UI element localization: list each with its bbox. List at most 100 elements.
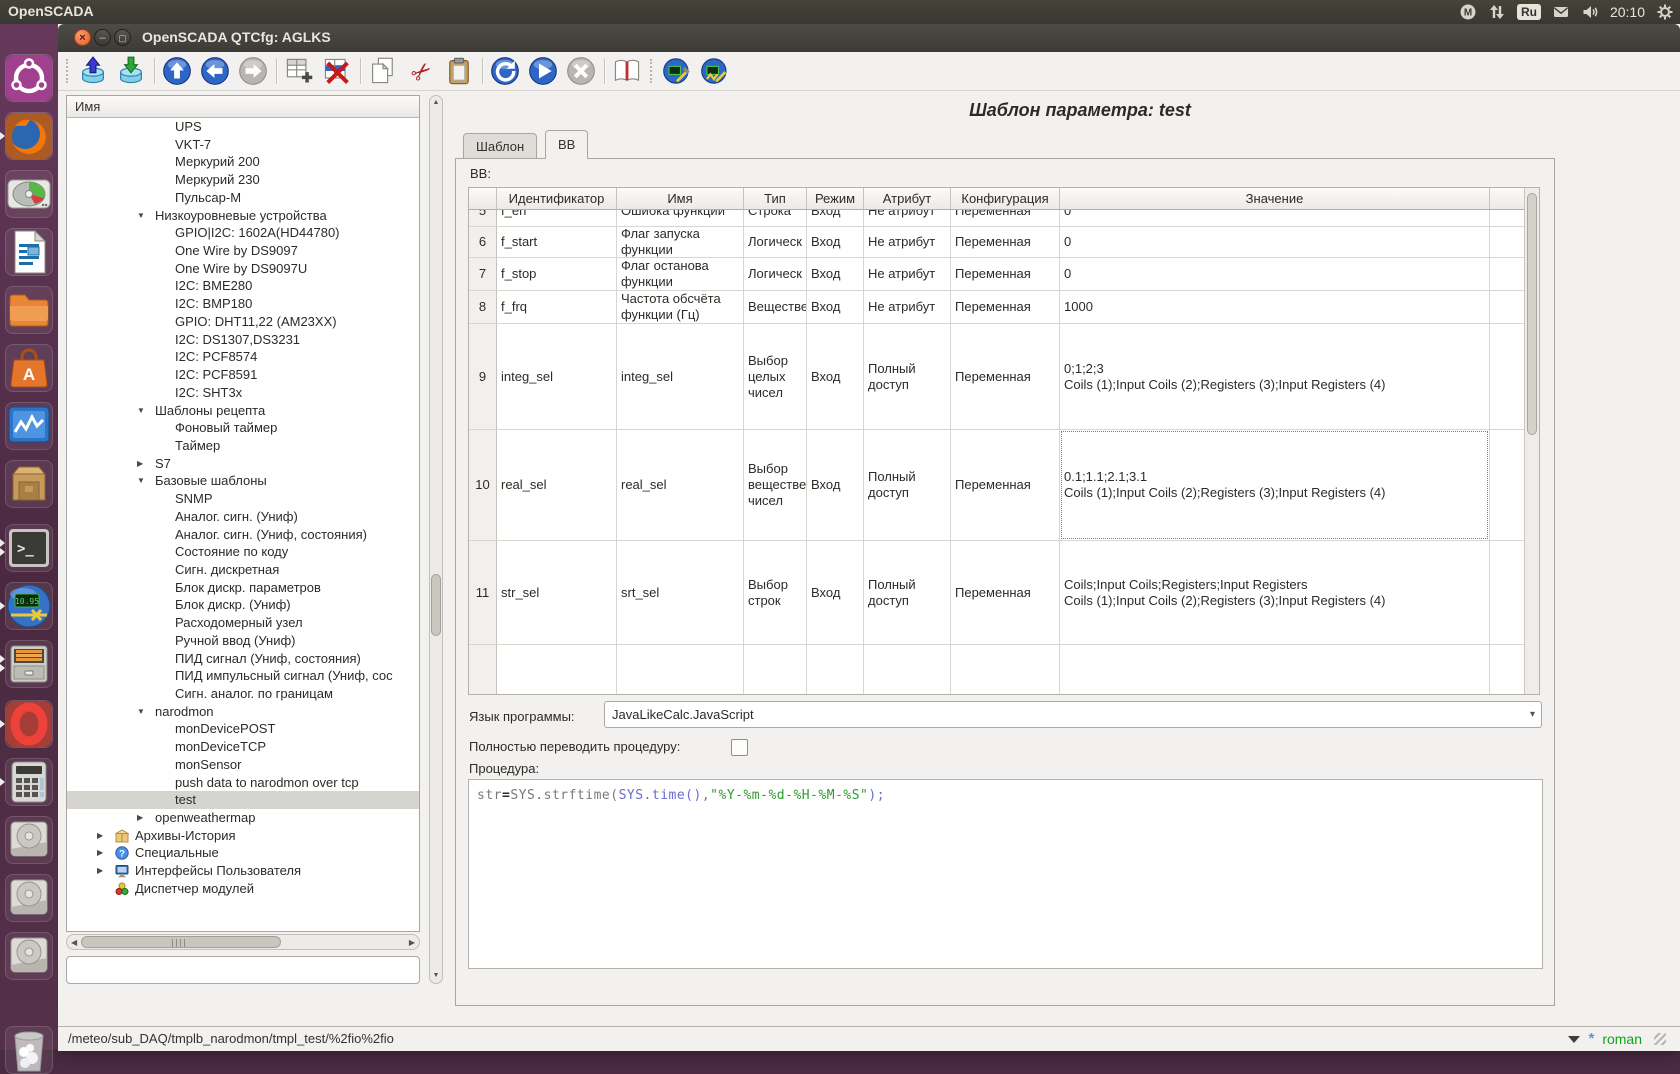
table-cell-cfg[interactable]: Переменная bbox=[951, 258, 1060, 291]
expanded-arrow-icon[interactable]: ▼ bbox=[137, 707, 145, 716]
table-cell-filler[interactable] bbox=[1490, 210, 1526, 227]
tree-item[interactable]: GPIO: DHT11,22 (AM23XX) bbox=[67, 313, 419, 331]
toolbar-drag-handle[interactable] bbox=[650, 59, 656, 83]
tree-item[interactable]: ▼Шаблоны рецепта bbox=[67, 402, 419, 420]
tree-hscrollbar-thumb[interactable] bbox=[81, 936, 281, 948]
row-number-header[interactable]: 10 bbox=[469, 430, 497, 541]
collapsed-arrow-icon[interactable]: ▶ bbox=[137, 813, 143, 822]
table-column-header[interactable]: Конфигурация bbox=[951, 188, 1060, 210]
tree-item[interactable]: I2C: BMP180 bbox=[67, 295, 419, 313]
table-cell-value[interactable]: 1000 bbox=[1060, 291, 1490, 324]
table-cell-filler[interactable] bbox=[1490, 430, 1526, 541]
reload-button[interactable] bbox=[490, 56, 520, 86]
table-cell-name[interactable]: integ_sel bbox=[617, 324, 744, 430]
table-cell-cfg[interactable]: Переменная bbox=[951, 291, 1060, 324]
paste-item-button[interactable] bbox=[444, 56, 474, 86]
table-cell-cfg[interactable]: Переменная bbox=[951, 541, 1060, 645]
table-cell-empty[interactable] bbox=[497, 645, 617, 695]
calculator-icon[interactable] bbox=[5, 758, 53, 806]
row-number-header[interactable]: 11 bbox=[469, 541, 497, 645]
table-cell-cfg[interactable]: Переменная bbox=[951, 324, 1060, 430]
table-cell-id[interactable]: f_start bbox=[497, 227, 617, 258]
messaging-indicator-icon[interactable]: M bbox=[1459, 3, 1477, 21]
mail-indicator-icon[interactable] bbox=[1552, 3, 1570, 21]
table-cell-filler[interactable] bbox=[1490, 291, 1526, 324]
tree-item[interactable]: ПИД импульсный сигнал (Униф, сос bbox=[67, 667, 419, 685]
status-dropdown-icon[interactable] bbox=[1568, 1036, 1580, 1043]
tree-item[interactable]: ▶openweathermap bbox=[67, 809, 419, 827]
table-vertical-scrollbar[interactable] bbox=[1524, 188, 1539, 694]
scroll-down-icon[interactable]: ▼ bbox=[430, 970, 442, 982]
table-cell-filler[interactable] bbox=[1490, 258, 1526, 291]
table-column-header[interactable]: Тип bbox=[744, 188, 807, 210]
tree-item[interactable]: I2C: BME280 bbox=[67, 277, 419, 295]
table-cell-value[interactable]: 0 bbox=[1060, 227, 1490, 258]
writer-icon[interactable] bbox=[5, 228, 53, 276]
session-gear-icon[interactable] bbox=[1656, 3, 1674, 21]
table-column-header[interactable]: Режим bbox=[807, 188, 864, 210]
toolbar-drag-handle[interactable] bbox=[66, 59, 72, 83]
table-cell-filler[interactable] bbox=[1490, 227, 1526, 258]
window-minimize-button[interactable]: – bbox=[94, 29, 111, 46]
copy-item-button[interactable] bbox=[368, 56, 398, 86]
software-icon[interactable]: A bbox=[5, 344, 53, 392]
table-cell-empty[interactable] bbox=[617, 645, 744, 695]
tree-item[interactable]: ▼narodmon bbox=[67, 703, 419, 721]
table-scrollbar-thumb[interactable] bbox=[1527, 193, 1537, 435]
tree-item[interactable]: ▶S7 bbox=[67, 455, 419, 473]
table-cell-mode[interactable]: Вход bbox=[807, 430, 864, 541]
table-column-header[interactable]: Имя bbox=[617, 188, 744, 210]
table-cell-mode[interactable]: Вход bbox=[807, 210, 864, 227]
collapsed-arrow-icon[interactable]: ▶ bbox=[97, 848, 103, 857]
table-cell-empty[interactable] bbox=[744, 645, 807, 695]
table-cell-empty[interactable] bbox=[951, 645, 1060, 695]
language-combobox[interactable]: JavaLikeCalc.JavaScript ▾ bbox=[604, 701, 1542, 728]
row-number-header[interactable] bbox=[469, 645, 497, 695]
row-number-header[interactable]: 9 bbox=[469, 324, 497, 430]
row-number-header[interactable]: 8 bbox=[469, 291, 497, 324]
harddisk-icon[interactable] bbox=[5, 816, 53, 864]
expanded-arrow-icon[interactable]: ▼ bbox=[137, 406, 145, 415]
sysmon-icon[interactable] bbox=[5, 402, 53, 450]
table-cell-mode[interactable]: Вход bbox=[807, 324, 864, 430]
table-cell-type[interactable]: Строка bbox=[744, 210, 807, 227]
tree-item[interactable]: ▼Низкоуровневые устройства bbox=[67, 207, 419, 225]
table-cell-type[interactable]: Выбор строк bbox=[744, 541, 807, 645]
tree-item[interactable]: Таймер bbox=[67, 437, 419, 455]
daq-template-tool-button[interactable] bbox=[662, 56, 692, 86]
table-cell-filler[interactable] bbox=[1490, 541, 1526, 645]
tree-item[interactable]: I2C: PCF8591 bbox=[67, 366, 419, 384]
go-up-button[interactable] bbox=[162, 56, 192, 86]
tree-item[interactable]: monSensor bbox=[67, 756, 419, 774]
tree-item[interactable]: Состояние по коду bbox=[67, 543, 419, 561]
window-titlebar[interactable]: × – ▢ OpenSCADA QTCfg: AGLKS bbox=[58, 24, 1680, 52]
tree-item[interactable]: Аналог. сигн. (Униф) bbox=[67, 508, 419, 526]
table-header-filler[interactable] bbox=[1490, 188, 1526, 210]
expanded-arrow-icon[interactable]: ▼ bbox=[137, 476, 145, 485]
table-cell-value[interactable]: Coils;Input Coils;Registers;Input Regist… bbox=[1060, 541, 1490, 645]
table-cell-id[interactable]: real_sel bbox=[497, 430, 617, 541]
disk-usage-icon[interactable] bbox=[5, 170, 53, 218]
row-number-header[interactable]: 5 bbox=[469, 210, 497, 227]
tree-filter-input[interactable] bbox=[66, 956, 420, 984]
table-cell-name[interactable]: Ошибка функции bbox=[617, 210, 744, 227]
status-user[interactable]: roman bbox=[1602, 1031, 1642, 1047]
tab-вв[interactable]: ВВ bbox=[545, 130, 588, 159]
tree-item[interactable]: One Wire by DS9097U bbox=[67, 260, 419, 278]
go-back-button[interactable] bbox=[200, 56, 230, 86]
collapsed-arrow-icon[interactable]: ▶ bbox=[97, 831, 103, 840]
scroll-right-icon[interactable]: ▶ bbox=[409, 936, 415, 949]
add-item-button[interactable] bbox=[284, 56, 314, 86]
tree-item[interactable]: Сигн. дискретная bbox=[67, 561, 419, 579]
table-cell-id[interactable]: f_frq bbox=[497, 291, 617, 324]
table-cell-filler[interactable] bbox=[1490, 324, 1526, 430]
harddisk-icon[interactable] bbox=[5, 932, 53, 980]
tree-item[interactable]: I2C: PCF8574 bbox=[67, 348, 419, 366]
tree-item[interactable]: Пульсар-М bbox=[67, 189, 419, 207]
tree-item[interactable]: SNMP bbox=[67, 490, 419, 508]
table-cell-name[interactable]: Частота обсчёта функции (Гц) bbox=[617, 291, 744, 324]
window-maximize-button[interactable]: ▢ bbox=[114, 29, 131, 46]
table-cell-type[interactable]: Выбор веществе чисел bbox=[744, 430, 807, 541]
table-cell-name[interactable]: Флаг останова функции bbox=[617, 258, 744, 291]
tree-item[interactable]: Блок дискр. параметров bbox=[67, 579, 419, 597]
